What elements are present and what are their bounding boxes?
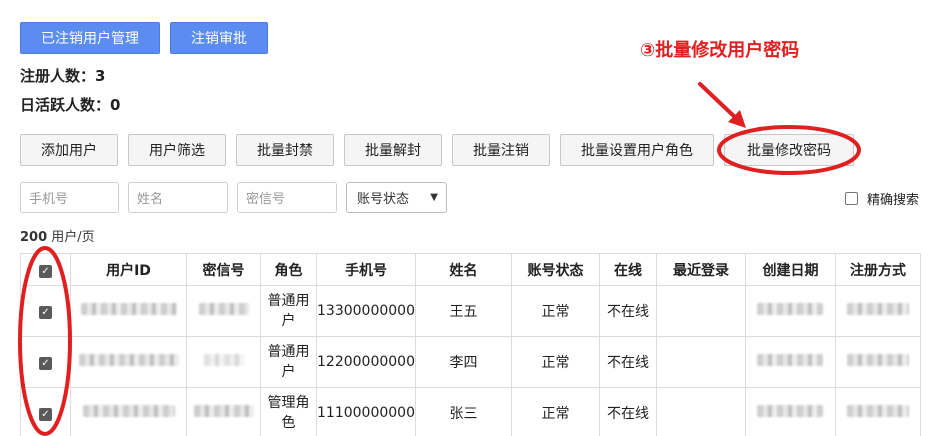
table-row[interactable]: ✓ 普通用户 12200000000 李四 正常 不在线 bbox=[20, 336, 921, 388]
cell-created bbox=[744, 387, 836, 436]
header-created: 创建日期 bbox=[744, 253, 836, 286]
cell-status: 正常 bbox=[510, 336, 600, 388]
row-select[interactable]: ✓ bbox=[20, 285, 71, 337]
per-page-unit: 用户/页 bbox=[51, 230, 95, 245]
account-status-label: 账号状态 bbox=[357, 192, 410, 207]
cell-register-method bbox=[834, 336, 921, 388]
exact-search-checkbox[interactable] bbox=[845, 192, 858, 205]
cell-user-id bbox=[70, 285, 187, 337]
header-register-method: 注册方式 bbox=[834, 253, 921, 286]
cell-status: 正常 bbox=[510, 285, 600, 337]
batch-unban-button[interactable]: 批量解封 bbox=[344, 134, 442, 166]
add-user-button[interactable]: 添加用户 bbox=[20, 134, 118, 166]
table-row[interactable]: ✓ 管理角色 11100000000 张三 正常 不在线 bbox=[20, 387, 921, 436]
header-role: 角色 bbox=[260, 253, 317, 286]
header-last-login: 最近登录 bbox=[655, 253, 746, 286]
cell-status: 正常 bbox=[510, 387, 600, 436]
table-header-row: ✓ 用户ID 密信号 角色 手机号 姓名 账号状态 在线 最近登录 创建日期 注… bbox=[20, 253, 921, 286]
account-status-select[interactable]: 账号状态 ▼ bbox=[346, 182, 447, 213]
cell-phone: 13300000000 bbox=[316, 285, 416, 337]
row-checkbox[interactable]: ✓ bbox=[39, 408, 52, 421]
cell-online: 不在线 bbox=[598, 285, 657, 337]
annotation-text: ③批量修改用户密码 bbox=[640, 40, 800, 61]
exact-search-label: 精确搜索 bbox=[867, 193, 920, 208]
cell-last-login bbox=[655, 387, 746, 436]
filter-users-button[interactable]: 用户筛选 bbox=[128, 134, 226, 166]
batch-change-password-button[interactable]: 批量修改密码 bbox=[724, 134, 854, 166]
per-page-count: 200 bbox=[20, 230, 48, 245]
chevron-down-icon: ▼ bbox=[430, 192, 438, 203]
select-all-header[interactable]: ✓ bbox=[20, 253, 71, 286]
cell-user-id bbox=[70, 336, 187, 388]
cell-role: 管理角色 bbox=[260, 387, 317, 436]
cell-phone: 12200000000 bbox=[316, 336, 416, 388]
cell-phone: 11100000000 bbox=[316, 387, 416, 436]
batch-cancel-button[interactable]: 批量注销 bbox=[452, 134, 550, 166]
cell-role: 普通用户 bbox=[260, 336, 317, 388]
row-checkbox[interactable]: ✓ bbox=[39, 306, 52, 319]
key-input[interactable]: 密信号 bbox=[237, 182, 337, 213]
exact-search[interactable]: 精确搜索 bbox=[845, 189, 919, 208]
cell-key bbox=[186, 336, 261, 388]
per-page-label: 200 用户/页 bbox=[20, 226, 95, 245]
cell-key bbox=[186, 387, 261, 436]
header-user-id: 用户ID bbox=[70, 253, 187, 286]
cell-register-method bbox=[834, 285, 921, 337]
cell-created bbox=[744, 336, 836, 388]
cancel-approval-button[interactable]: 注销审批 bbox=[170, 22, 268, 54]
annotation-arrow bbox=[698, 82, 740, 122]
users-table: ✓ 用户ID 密信号 角色 手机号 姓名 账号状态 在线 最近登录 创建日期 注… bbox=[20, 253, 921, 436]
table-row[interactable]: ✓ 普通用户 13300000000 王五 正常 不在线 bbox=[20, 285, 921, 337]
cell-created bbox=[744, 285, 836, 337]
cell-online: 不在线 bbox=[598, 387, 657, 436]
phone-input[interactable]: 手机号 bbox=[20, 182, 119, 213]
daily-active-count: 日活跃人数：0 bbox=[20, 96, 121, 114]
cell-user-id bbox=[70, 387, 187, 436]
cell-online: 不在线 bbox=[598, 336, 657, 388]
header-phone: 手机号 bbox=[316, 253, 416, 286]
cell-last-login bbox=[655, 285, 746, 337]
header-name: 姓名 bbox=[414, 253, 512, 286]
cell-name: 王五 bbox=[414, 285, 512, 337]
header-status: 账号状态 bbox=[510, 253, 600, 286]
row-checkbox[interactable]: ✓ bbox=[39, 357, 52, 370]
cell-key bbox=[186, 285, 261, 337]
annotation-arrowhead bbox=[728, 110, 746, 128]
batch-ban-button[interactable]: 批量封禁 bbox=[236, 134, 334, 166]
cell-last-login bbox=[655, 336, 746, 388]
cell-name: 李四 bbox=[414, 336, 512, 388]
row-select[interactable]: ✓ bbox=[20, 387, 71, 436]
batch-set-role-button[interactable]: 批量设置用户角色 bbox=[560, 134, 714, 166]
cell-role: 普通用户 bbox=[260, 285, 317, 337]
select-all-checkbox[interactable]: ✓ bbox=[39, 264, 52, 278]
cell-name: 张三 bbox=[414, 387, 512, 436]
row-select[interactable]: ✓ bbox=[20, 336, 71, 388]
header-key: 密信号 bbox=[186, 253, 261, 286]
name-input[interactable]: 姓名 bbox=[128, 182, 228, 213]
cell-register-method bbox=[834, 387, 921, 436]
registered-count: 注册人数：3 bbox=[20, 67, 106, 85]
header-online: 在线 bbox=[598, 253, 657, 286]
cancelled-users-button[interactable]: 已注销用户管理 bbox=[20, 22, 160, 54]
